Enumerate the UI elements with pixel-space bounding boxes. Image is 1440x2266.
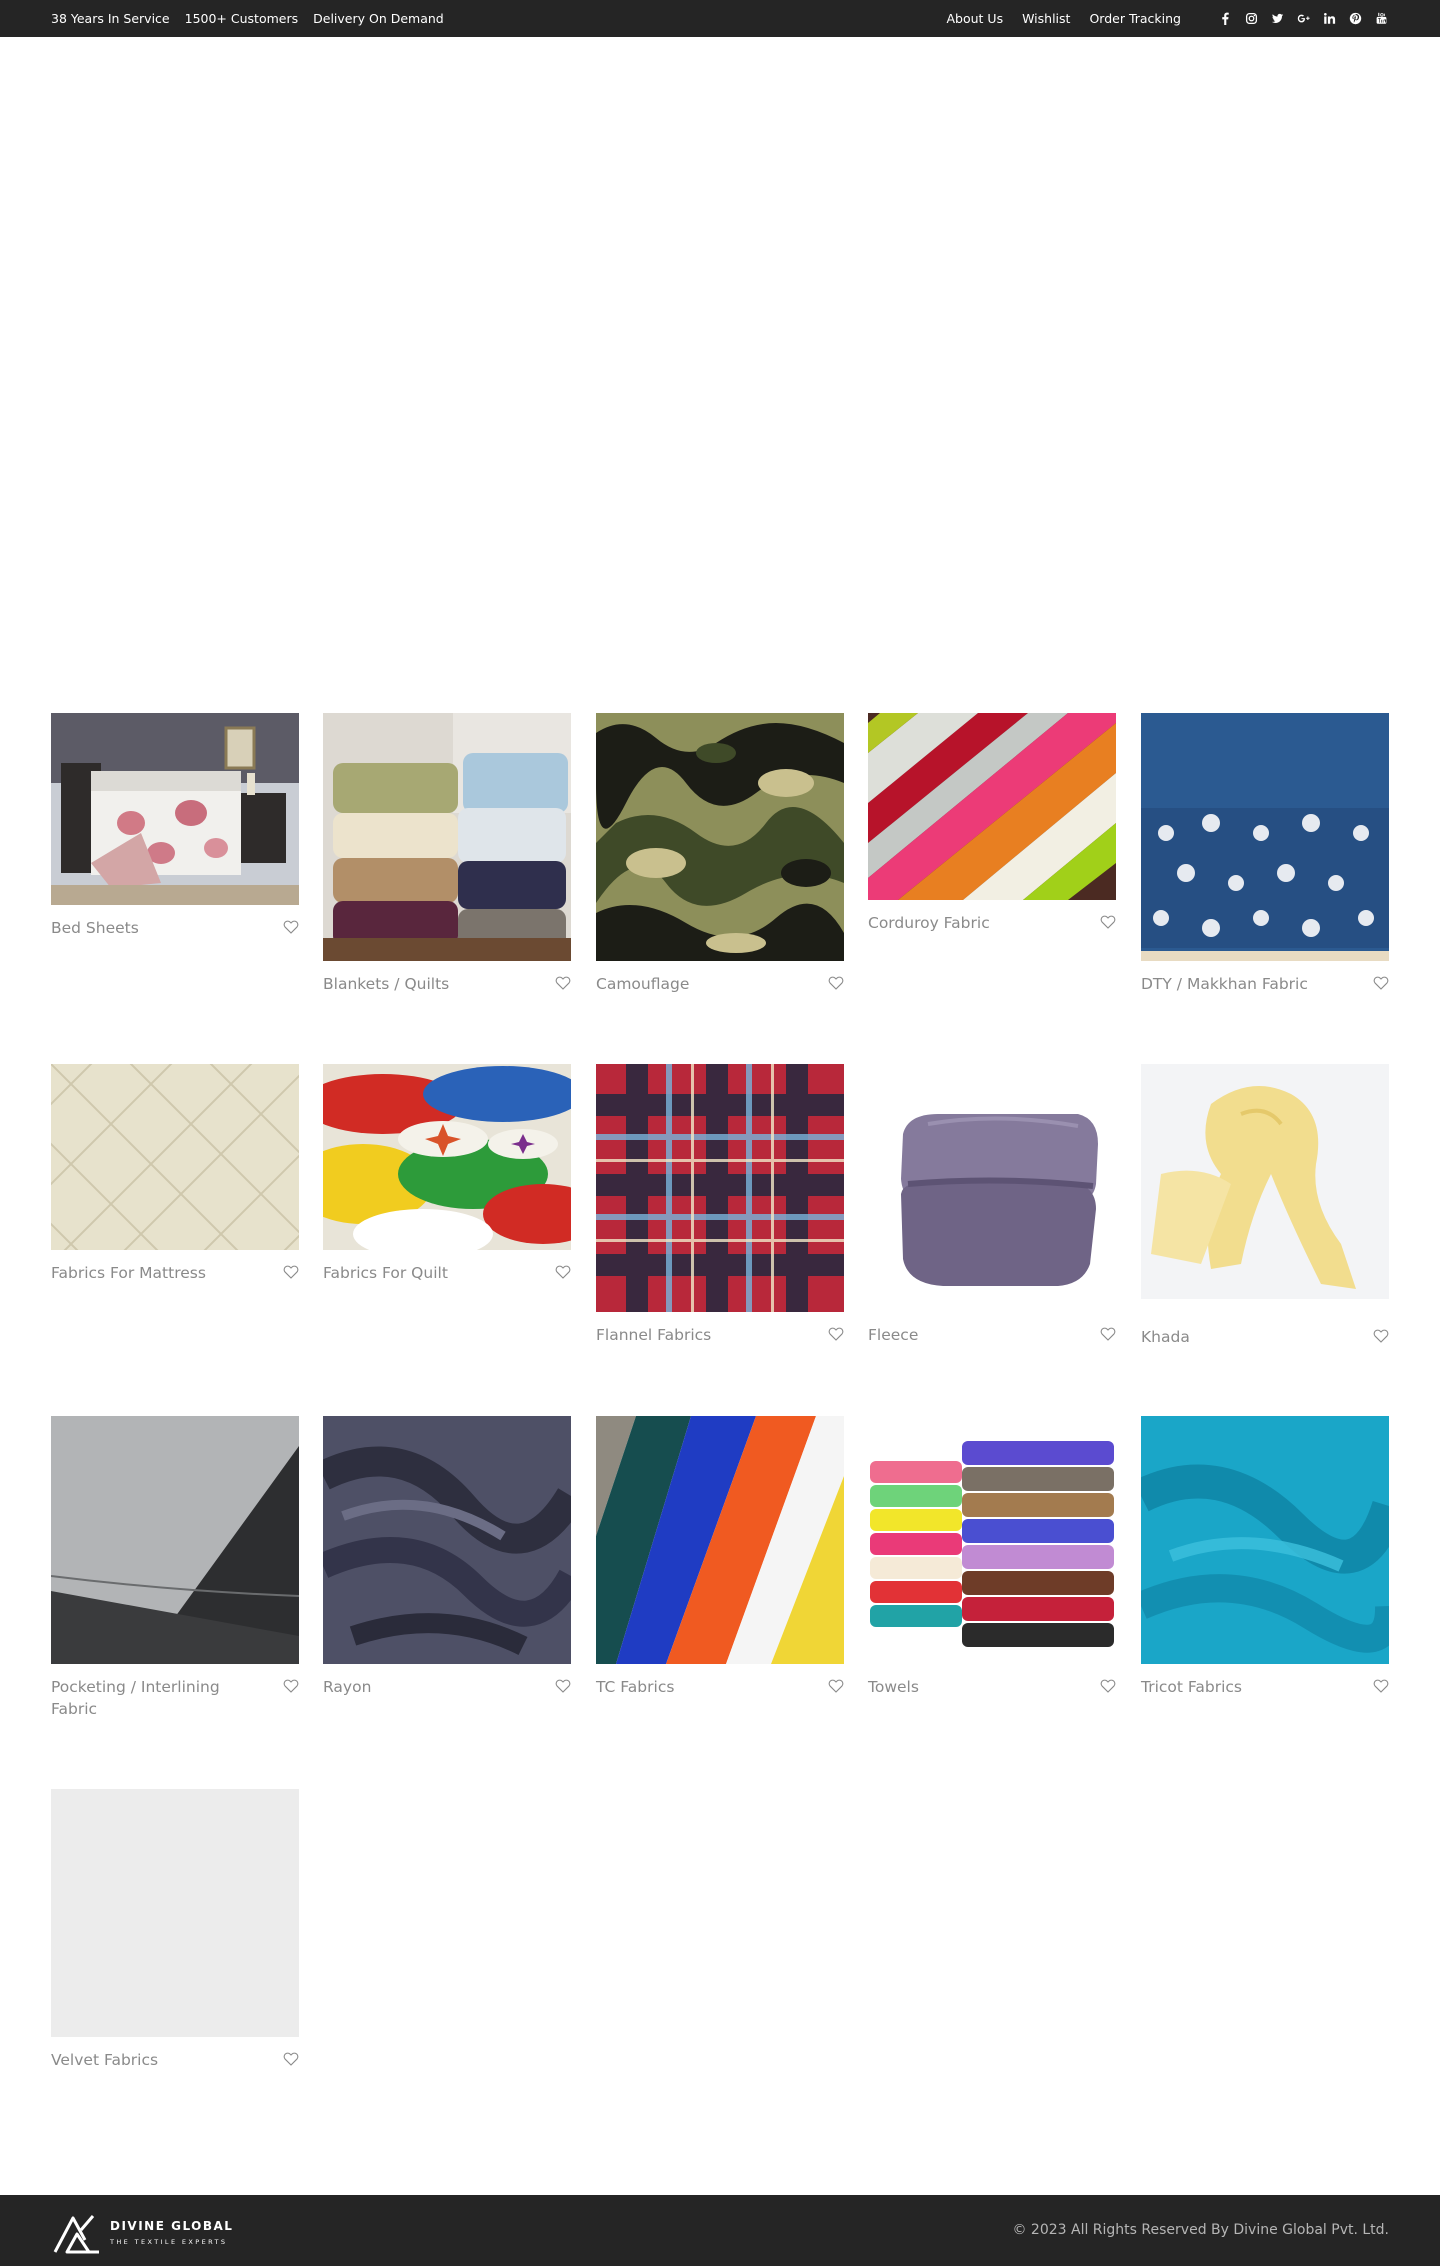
wishlist-heart-icon[interactable] xyxy=(1100,1326,1116,1342)
highlight-years: 38 Years In Service xyxy=(51,11,170,26)
interlining-image[interactable] xyxy=(51,1416,299,1664)
product-name[interactable]: Fabrics For Mattress xyxy=(51,1262,261,1284)
top-bar: 38 Years In Service 1500+ Customers Deli… xyxy=(0,0,1440,37)
wishlist-heart-icon[interactable] xyxy=(1100,1678,1116,1694)
wishlist-heart-icon[interactable] xyxy=(555,1678,571,1694)
highlight-customers: 1500+ Customers xyxy=(184,11,299,26)
yellow-scarf-image[interactable] xyxy=(1141,1064,1389,1299)
order-tracking-link[interactable]: Order Tracking xyxy=(1089,11,1181,26)
camouflage-image[interactable] xyxy=(596,713,844,961)
social-links xyxy=(1207,11,1389,27)
wishlist-link[interactable]: Wishlist xyxy=(1022,11,1070,26)
twitter-icon[interactable] xyxy=(1269,11,1285,27)
product-name[interactable]: DTY / Makkhan Fabric xyxy=(1141,973,1351,995)
wishlist-heart-icon[interactable] xyxy=(828,975,844,991)
product-name[interactable]: Pocketing / Interlining Fabric xyxy=(51,1676,261,1720)
rayon-image[interactable] xyxy=(323,1416,571,1664)
quilted-mattress-image[interactable] xyxy=(51,1064,299,1250)
highlight-delivery: Delivery On Demand xyxy=(313,11,444,26)
folded-fleece-image[interactable] xyxy=(868,1064,1116,1312)
product-name[interactable]: TC Fabrics xyxy=(596,1676,806,1698)
topbar-links: About Us Wishlist Order Tracking xyxy=(928,0,1390,37)
colored-fabric-rolls-image[interactable] xyxy=(596,1416,844,1664)
folded-blankets-image[interactable] xyxy=(323,713,571,961)
wishlist-heart-icon[interactable] xyxy=(283,2051,299,2067)
product-name[interactable]: Blankets / Quilts xyxy=(323,973,533,995)
towel-stacks-image[interactable] xyxy=(868,1416,1116,1664)
product-name[interactable]: Tricot Fabrics xyxy=(1141,1676,1351,1698)
embroidered-denim-image[interactable] xyxy=(1141,713,1389,961)
product-name[interactable]: Flannel Fabrics xyxy=(596,1324,806,1346)
wishlist-heart-icon[interactable] xyxy=(283,1264,299,1280)
bedroom-sheet-image[interactable] xyxy=(51,713,299,905)
google-plus-icon[interactable] xyxy=(1295,11,1311,27)
pinterest-icon[interactable] xyxy=(1347,11,1363,27)
product-name[interactable]: Fleece xyxy=(868,1324,1078,1346)
youtube-icon[interactable] xyxy=(1373,11,1389,27)
product-name[interactable]: Velvet Fabrics xyxy=(51,2049,261,2071)
wishlist-heart-icon[interactable] xyxy=(1373,975,1389,991)
wishlist-heart-icon[interactable] xyxy=(1100,914,1116,930)
wishlist-heart-icon[interactable] xyxy=(283,1678,299,1694)
plaid-flannel-image[interactable] xyxy=(596,1064,844,1312)
placeholder-image[interactable] xyxy=(51,1789,299,2037)
wishlist-heart-icon[interactable] xyxy=(555,975,571,991)
copyright-text: © 2023 All Rights Reserved By Divine Glo… xyxy=(1012,2222,1389,2238)
product-name[interactable]: Fabrics For Quilt xyxy=(323,1262,533,1284)
wishlist-heart-icon[interactable] xyxy=(1373,1328,1389,1344)
wishlist-heart-icon[interactable] xyxy=(555,1264,571,1280)
product-name[interactable]: Khada xyxy=(1141,1326,1351,1348)
product-name[interactable]: Corduroy Fabric xyxy=(868,912,1078,934)
wishlist-heart-icon[interactable] xyxy=(828,1678,844,1694)
footer: DIVINE GLOBAL THE TEXTILE EXPERTS © 2023… xyxy=(0,2195,1440,2266)
about-us-link[interactable]: About Us xyxy=(947,11,1004,26)
topbar-highlights: 38 Years In Service 1500+ Customers Deli… xyxy=(51,0,459,37)
product-name[interactable]: Rayon xyxy=(323,1676,533,1698)
patchwork-quilt-image[interactable] xyxy=(323,1064,571,1250)
product-name[interactable]: Bed Sheets xyxy=(51,917,261,939)
footer-tagline: THE TEXTILE EXPERTS xyxy=(110,2238,228,2246)
product-name[interactable]: Towels xyxy=(868,1676,1078,1698)
footer-brand: DIVINE GLOBAL xyxy=(110,2219,234,2233)
teal-tricot-image[interactable] xyxy=(1141,1416,1389,1664)
wishlist-heart-icon[interactable] xyxy=(283,919,299,935)
corduroy-image[interactable] xyxy=(868,713,1116,900)
product-name[interactable]: Camouflage xyxy=(596,973,806,995)
linkedin-icon[interactable] xyxy=(1321,11,1337,27)
wishlist-heart-icon[interactable] xyxy=(1373,1678,1389,1694)
wishlist-heart-icon[interactable] xyxy=(828,1326,844,1342)
instagram-icon[interactable] xyxy=(1243,11,1259,27)
facebook-icon[interactable] xyxy=(1217,11,1233,27)
